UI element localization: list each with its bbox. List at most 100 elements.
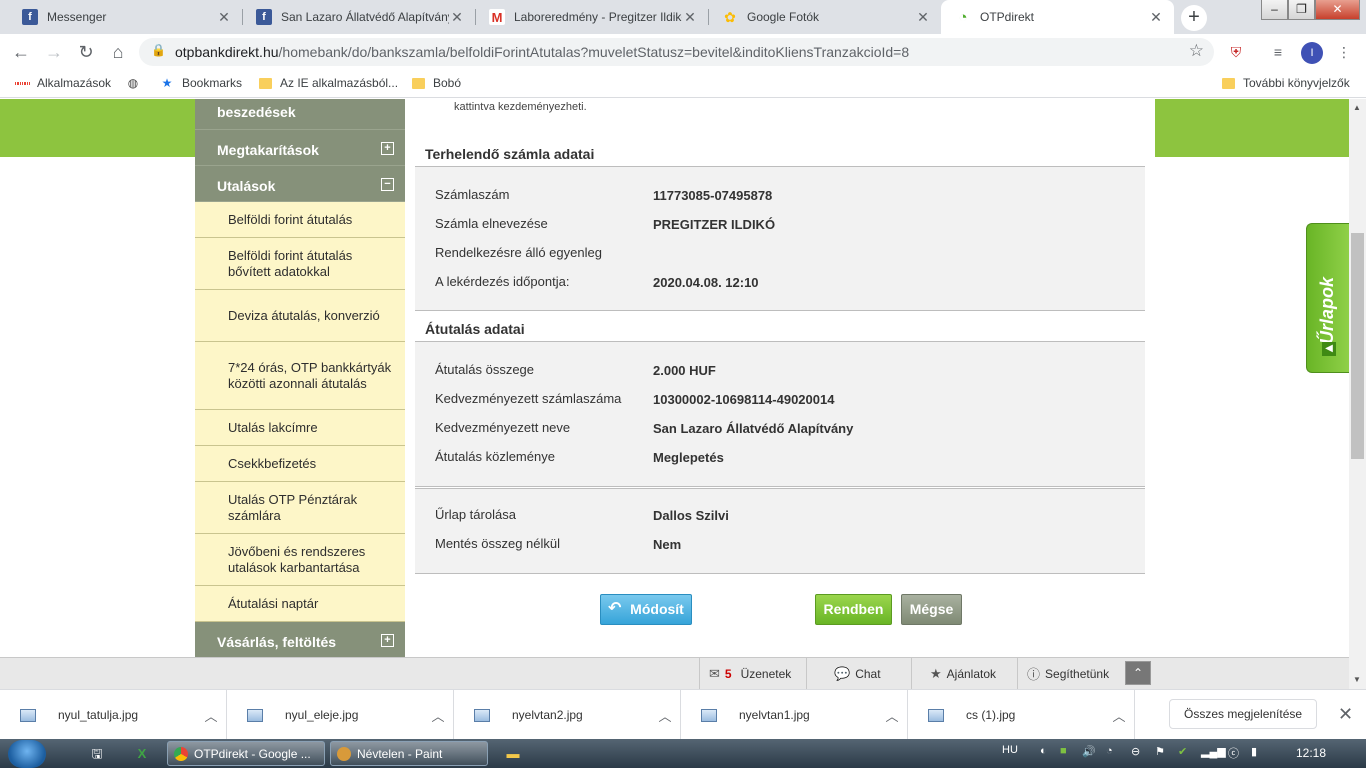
folder-icon[interactable]: ▬ <box>501 742 525 766</box>
scroll-down-icon[interactable]: ▼ <box>1353 675 1361 684</box>
download-item[interactable]: cs (1).jpg ︿ <box>908 690 1135 740</box>
nvidia-icon[interactable]: ■ <box>1060 745 1067 757</box>
modify-button[interactable]: ↶ Módosít <box>600 594 692 625</box>
tab-title: Laboreredmény - Pregitzer Ildikó <box>514 10 682 24</box>
url-text[interactable]: otpbankdirekt.hu/homebank/do/bankszamla/… <box>175 44 909 60</box>
sidebar-item-belfoldi-forint[interactable]: Belföldi forint átutalás <box>195 202 405 238</box>
extension-shield-icon[interactable]: ⛨ <box>1226 42 1246 62</box>
new-tab-button[interactable]: + <box>1181 5 1207 31</box>
tray-icon[interactable]: ⊖ <box>1131 745 1140 758</box>
bookmark-apps[interactable]: Alkalmazások <box>15 76 111 90</box>
tray-icon[interactable]: ⓒ <box>1228 745 1239 761</box>
messages-button[interactable]: ✉ 5 Üzenetek <box>699 658 806 689</box>
sidebar-item-azonnali[interactable]: 7*24 órás, OTP bankkártyák közötti azonn… <box>195 342 405 410</box>
forms-side-tab[interactable]: Űrlapok ◀ <box>1306 223 1349 373</box>
folder-icon <box>1222 77 1235 89</box>
profile-avatar[interactable]: I <box>1301 42 1323 64</box>
chevron-left-icon[interactable]: ◀ <box>1322 342 1336 356</box>
chevron-up-icon[interactable]: ︿ <box>1104 706 1134 725</box>
download-filename: nyelvtan1.jpg <box>739 708 810 722</box>
sidebar-item-megtakaritasok[interactable]: Megtakarítások + <box>195 130 405 166</box>
sidebar-item-lakcim[interactable]: Utalás lakcímre <box>195 410 405 446</box>
security-check-icon[interactable]: ✔ <box>1178 745 1187 758</box>
tray-icon[interactable]: ◐ <box>1040 745 1047 757</box>
network-signal-icon[interactable]: ▂▄▆ <box>1201 745 1226 758</box>
sidebar-item-naptar[interactable]: Átutalási naptár <box>195 586 405 622</box>
scrollbar-thumb[interactable] <box>1351 233 1364 459</box>
download-item[interactable]: nyul_tatulja.jpg ︿ <box>0 690 227 740</box>
bookmark-ie-folder[interactable]: Az IE alkalmazásból... <box>259 76 398 90</box>
bookmark-bobo-folder[interactable]: Bobó <box>412 76 461 90</box>
chat-button[interactable]: 💬 Chat <box>806 658 911 689</box>
page-scrollbar[interactable]: ▲ ▼ <box>1349 99 1366 689</box>
chevron-up-icon[interactable]: ︿ <box>650 706 680 725</box>
download-item[interactable]: nyelvtan1.jpg ︿ <box>681 690 908 740</box>
help-button[interactable]: ⓘ Segíthetünk <box>1017 658 1123 689</box>
tab-san-lazaro[interactable]: f San Lazaro Állatvédő Alapítvány ✕ <box>242 0 475 34</box>
section-title-transfer: Átutalás adatai <box>415 316 1145 342</box>
home-icon[interactable]: ⌂ <box>106 40 130 64</box>
bookmark-bookmarks-star[interactable]: ★ Bookmarks <box>160 76 242 90</box>
tab-messenger[interactable]: f Messenger ✕ <box>8 0 242 34</box>
sidebar-item-belfoldi-bovitett[interactable]: Belföldi forint átutalás bővített adatok… <box>195 238 405 290</box>
close-downloads-icon[interactable]: ✕ <box>1338 704 1353 725</box>
bookmark-bookmarks[interactable]: ◍ <box>126 76 148 90</box>
sidebar-item-beszedesek[interactable]: beszedések <box>195 99 405 130</box>
bookmark-other-folder[interactable]: További könyvjelzők <box>1222 76 1350 90</box>
sidebar-item-csekk[interactable]: Csekkbefizetés <box>195 446 405 482</box>
chevron-up-icon[interactable]: ︿ <box>196 706 226 725</box>
close-tab-icon[interactable]: ✕ <box>449 9 465 26</box>
close-tab-icon[interactable]: ✕ <box>1148 9 1164 26</box>
save-without-amount-value: Nem <box>653 537 682 552</box>
close-tab-icon[interactable]: ✕ <box>682 9 698 26</box>
language-indicator[interactable]: HU <box>1002 744 1018 756</box>
clock[interactable]: 12:18 <box>1296 746 1326 760</box>
download-item[interactable]: nyul_eleje.jpg ︿ <box>227 690 454 740</box>
save-disk-icon[interactable]: 🖫 <box>85 742 109 766</box>
tab-laboreredmeny[interactable]: M Laboreredmény - Pregitzer Ildikó ✕ <box>475 0 708 34</box>
battery-icon[interactable]: ▮ <box>1251 745 1257 758</box>
minimize-button[interactable]: – <box>1261 0 1288 20</box>
cancel-button[interactable]: Mégse <box>901 594 962 625</box>
taskbar-chrome[interactable]: OTPdirekt - Google ... <box>167 741 325 766</box>
reload-icon[interactable]: ↻ <box>74 40 98 64</box>
forward-arrow-icon[interactable]: → <box>42 40 66 64</box>
download-item[interactable]: nyelvtan2.jpg ︿ <box>454 690 681 740</box>
bookmark-star-icon[interactable]: ☆ <box>1189 41 1204 61</box>
collapse-bar-button[interactable]: ⌃ <box>1125 661 1151 685</box>
chevron-up-icon[interactable]: ︿ <box>423 706 453 725</box>
taskbar-paint[interactable]: Névtelen - Paint <box>330 741 488 766</box>
close-tab-icon[interactable]: ✕ <box>915 9 931 26</box>
scroll-up-icon[interactable]: ▲ <box>1353 103 1361 112</box>
close-window-button[interactable]: ✕ <box>1315 0 1360 20</box>
media-queue-icon[interactable]: ≡ <box>1268 42 1288 62</box>
intro-text: kattintva kezdeményezheti. <box>454 101 587 113</box>
download-filename: nyul_tatulja.jpg <box>58 708 139 722</box>
collapse-minus-icon[interactable]: − <box>381 178 394 191</box>
address-bar[interactable]: 🔒 otpbankdirekt.hu/homebank/do/bankszaml… <box>139 38 1214 66</box>
ok-button[interactable]: Rendben <box>815 594 892 625</box>
chevron-up-icon[interactable]: ︿ <box>877 706 907 725</box>
menu-dots-icon[interactable]: ⋮ <box>1334 42 1354 62</box>
tab-otpdirekt[interactable]: ◔ OTPdirekt ✕ <box>941 0 1174 34</box>
expand-plus-icon[interactable]: + <box>381 142 394 155</box>
sidebar-item-penztarak[interactable]: Utalás OTP Pénztárak számlára <box>195 482 405 534</box>
back-arrow-icon[interactable]: ← <box>9 40 33 64</box>
sidebar-item-deviza[interactable]: Deviza átutalás, konverzió <box>195 290 405 342</box>
maximize-button[interactable]: ❐ <box>1288 0 1315 20</box>
modify-button-label: Módosít <box>630 601 684 617</box>
expand-plus-icon[interactable]: + <box>381 634 394 647</box>
sidebar-item-vasarlas[interactable]: Vásárlás, feltöltés + <box>195 622 405 657</box>
bookmark-label: Alkalmazások <box>37 76 112 90</box>
show-all-downloads-button[interactable]: Összes megjelenítése <box>1169 699 1318 729</box>
action-center-flag-icon[interactable]: ⚑ <box>1155 745 1165 758</box>
tab-google-fotok[interactable]: ✿ Google Fotók ✕ <box>708 0 941 34</box>
excel-icon[interactable]: X <box>130 742 154 766</box>
headset-icon[interactable]: ◔ <box>1106 745 1113 757</box>
offers-button[interactable]: ★ Ajánlatok <box>911 658 1017 689</box>
sidebar-item-jovobeni[interactable]: Jövőbeni és rendszeres utalások karbanta… <box>195 534 405 586</box>
volume-icon[interactable]: 🔊 <box>1082 745 1096 758</box>
sidebar-item-utalasok[interactable]: Utalások − <box>195 166 405 202</box>
start-button[interactable] <box>8 740 46 768</box>
close-tab-icon[interactable]: ✕ <box>216 9 232 26</box>
